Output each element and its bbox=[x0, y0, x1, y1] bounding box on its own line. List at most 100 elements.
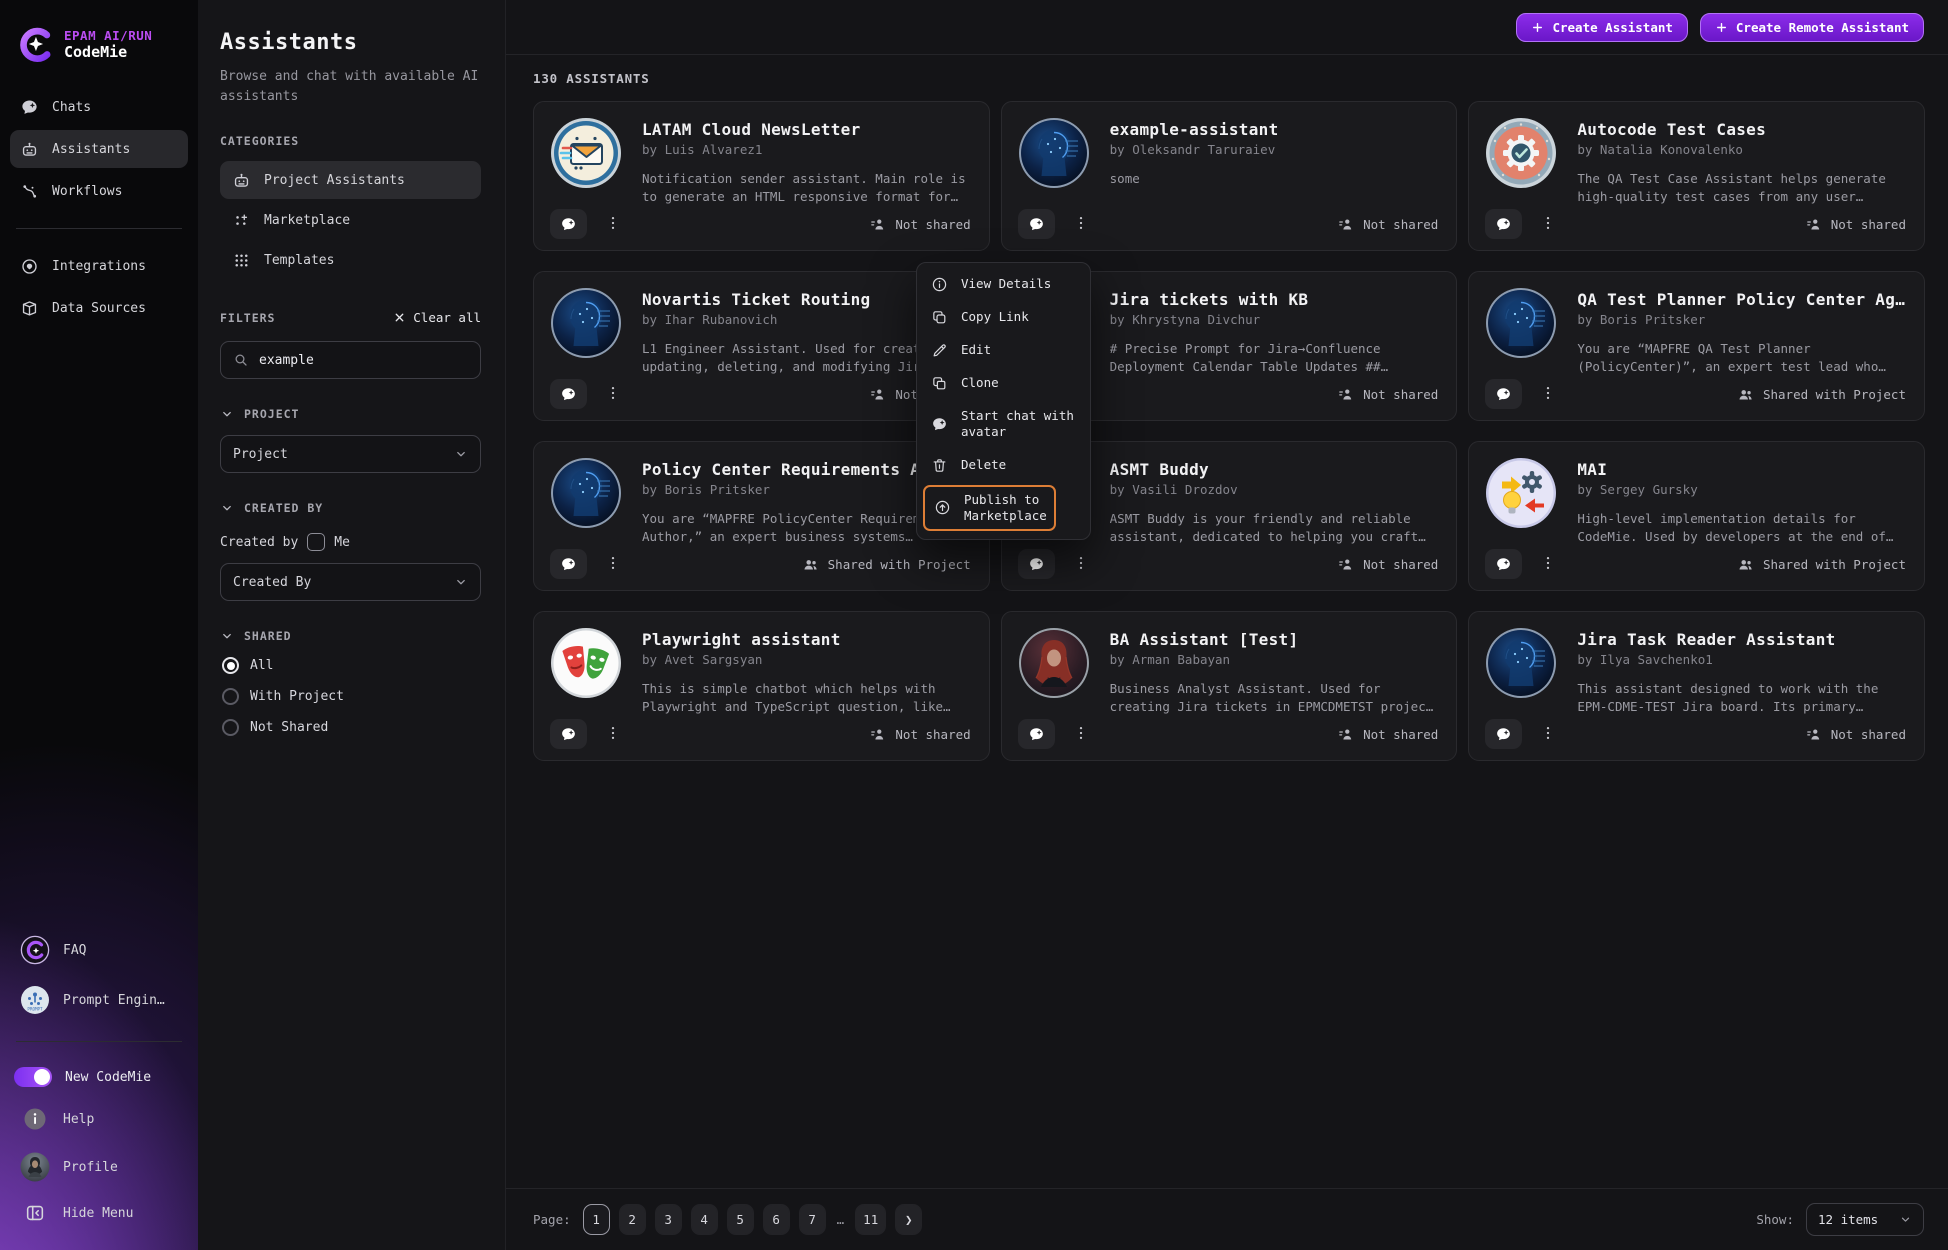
codemie-circle-icon bbox=[20, 935, 50, 965]
card-menu-button[interactable] bbox=[603, 724, 623, 744]
new-codemie-toggle[interactable] bbox=[14, 1067, 52, 1087]
start-chat-button[interactable] bbox=[1485, 549, 1522, 579]
radio-unselected[interactable] bbox=[222, 688, 239, 705]
start-chat-button[interactable] bbox=[1018, 549, 1055, 579]
start-chat-button[interactable] bbox=[1485, 209, 1522, 239]
assistant-card[interactable]: Autocode Test Cases by Natalia Konovalen… bbox=[1468, 101, 1925, 251]
assistant-card[interactable]: LATAM Cloud NewsLetter by Luis Alvarez1 … bbox=[533, 101, 990, 251]
assistant-card[interactable]: Jira Task Reader Assistant by Ilya Savch… bbox=[1468, 611, 1925, 761]
share-status-label: Shared with Project bbox=[1763, 387, 1906, 402]
sidebar-item-assistants[interactable]: Assistants bbox=[10, 130, 188, 168]
sidebar-item-faq[interactable]: FAQ bbox=[10, 927, 188, 973]
share-status-label: Not shared bbox=[895, 727, 970, 742]
radio-selected[interactable] bbox=[222, 657, 239, 674]
sidebar-item-prompt-engin[interactable]: PROMPTPrompt Engin… bbox=[10, 977, 188, 1023]
brand-logo[interactable]: EPAM AI/RUN CodeMie bbox=[0, 0, 198, 86]
card-menu-button[interactable] bbox=[1538, 554, 1558, 574]
assistant-card[interactable]: BA Assistant [Test] by Arman Babayan Bus… bbox=[1001, 611, 1458, 761]
dots-vertical-icon bbox=[1539, 214, 1557, 232]
person-dash-icon bbox=[869, 216, 886, 233]
category-marketplace[interactable]: Marketplace bbox=[220, 201, 481, 239]
page-button-3[interactable]: 3 bbox=[655, 1204, 682, 1235]
person-dash-icon bbox=[1337, 216, 1354, 233]
menu-item-start-chat-with-avatar[interactable]: Start chat with avatar bbox=[917, 400, 1090, 449]
start-chat-button[interactable] bbox=[550, 209, 587, 239]
card-menu-button[interactable] bbox=[603, 554, 623, 574]
clear-all-button[interactable]: Clear all bbox=[393, 310, 481, 325]
assistant-card[interactable]: example-assistant by Oleksandr Taruraiev… bbox=[1001, 101, 1458, 251]
page-button-11[interactable]: 11 bbox=[855, 1204, 886, 1235]
card-menu-button[interactable] bbox=[603, 384, 623, 404]
menu-item-view-details[interactable]: View Details bbox=[917, 268, 1090, 301]
start-chat-button[interactable] bbox=[550, 549, 587, 579]
start-chat-button[interactable] bbox=[1485, 719, 1522, 749]
card-menu-button[interactable] bbox=[1071, 214, 1091, 234]
sidebar-divider-bottom bbox=[16, 1041, 182, 1042]
card-menu-button[interactable] bbox=[1538, 384, 1558, 404]
created-by-section-header[interactable]: CREATED BY bbox=[220, 501, 481, 515]
assistant-card[interactable]: QA Test Planner Policy Center Agen… by B… bbox=[1468, 271, 1925, 421]
trash-icon bbox=[931, 457, 948, 474]
card-menu-button[interactable] bbox=[1071, 724, 1091, 744]
card-menu-button[interactable] bbox=[603, 214, 623, 234]
menu-item-delete[interactable]: Delete bbox=[917, 449, 1090, 482]
assistant-card[interactable]: MAI by Sergey Gursky High-level implemen… bbox=[1468, 441, 1925, 591]
start-chat-button[interactable] bbox=[550, 379, 587, 409]
next-page-button[interactable]: ❯ bbox=[895, 1204, 922, 1235]
shared-option-not-shared[interactable]: Not Shared bbox=[222, 719, 481, 736]
shared-option-with-project[interactable]: With Project bbox=[222, 688, 481, 705]
assistant-card[interactable]: Playwright assistant by Avet Sargsyan Th… bbox=[533, 611, 990, 761]
sidebar-item-workflows[interactable]: Workflows bbox=[10, 172, 188, 210]
assistant-author: by Arman Babayan bbox=[1110, 652, 1439, 667]
category-label: Marketplace bbox=[264, 213, 350, 228]
sidebar-item-hide-menu[interactable]: Hide Menu bbox=[10, 1194, 188, 1232]
menu-item-clone[interactable]: Clone bbox=[917, 367, 1090, 400]
create-assistant-button[interactable]: Create Assistant bbox=[1516, 13, 1687, 42]
sidebar-item-help[interactable]: Help bbox=[10, 1098, 188, 1140]
items-per-page-select[interactable]: 12 items bbox=[1806, 1203, 1924, 1236]
categories-list: Project Assistants Marketplace Templates bbox=[220, 160, 481, 280]
card-footer: Not shared bbox=[1485, 719, 1906, 749]
card-menu-button[interactable] bbox=[1538, 724, 1558, 744]
project-select[interactable]: Project bbox=[220, 435, 481, 473]
start-chat-button[interactable] bbox=[1018, 209, 1055, 239]
sidebar-item-profile[interactable]: Profile bbox=[10, 1144, 188, 1190]
search-input[interactable] bbox=[259, 353, 468, 368]
page-button-2[interactable]: 2 bbox=[619, 1204, 646, 1235]
category-templates[interactable]: Templates bbox=[220, 241, 481, 279]
card-menu-button[interactable] bbox=[1071, 554, 1091, 574]
sidebar-item-chats[interactable]: Chats bbox=[10, 88, 188, 126]
project-section-header[interactable]: PROJECT bbox=[220, 407, 481, 421]
radio-unselected[interactable] bbox=[222, 719, 239, 736]
category-project-assistants[interactable]: Project Assistants bbox=[220, 161, 481, 199]
page-ellipsis: … bbox=[835, 1212, 847, 1227]
created-by-select[interactable]: Created By bbox=[220, 563, 481, 601]
create-remote-assistant-button[interactable]: Create Remote Assistant bbox=[1700, 13, 1924, 42]
start-chat-button[interactable] bbox=[1485, 379, 1522, 409]
assistant-name: MAI bbox=[1577, 460, 1906, 479]
start-chat-button[interactable] bbox=[550, 719, 587, 749]
page-label: Page: bbox=[533, 1212, 571, 1227]
page-button-4[interactable]: 4 bbox=[691, 1204, 718, 1235]
sidebar-item-integrations[interactable]: Integrations bbox=[10, 247, 188, 285]
menu-item-publish-to-marketplace[interactable]: Publish to Marketplace bbox=[923, 485, 1056, 532]
card-info: QA Test Planner Policy Center Agen… by B… bbox=[1577, 287, 1906, 376]
new-codemie-row[interactable]: New CodeMie bbox=[0, 1058, 198, 1096]
page-button-5[interactable]: 5 bbox=[727, 1204, 754, 1235]
page-button-6[interactable]: 6 bbox=[763, 1204, 790, 1235]
assistant-author: by Oleksandr Taruraiev bbox=[1110, 142, 1439, 157]
menu-item-edit[interactable]: Edit bbox=[917, 334, 1090, 367]
page-button-7[interactable]: 7 bbox=[799, 1204, 826, 1235]
page-button-1[interactable]: 1 bbox=[583, 1204, 610, 1235]
sidebar-item-data-sources[interactable]: Data Sources bbox=[10, 289, 188, 327]
shared-section-header[interactable]: SHARED bbox=[220, 629, 481, 643]
shared-option-all[interactable]: All bbox=[222, 657, 481, 674]
sidebar-item-label: Data Sources bbox=[52, 301, 146, 316]
sidebar-item-label: Profile bbox=[63, 1160, 118, 1175]
created-by-me-checkbox[interactable] bbox=[307, 533, 325, 551]
start-chat-button[interactable] bbox=[1018, 719, 1055, 749]
menu-item-copy-link[interactable]: Copy Link bbox=[917, 301, 1090, 334]
close-icon bbox=[393, 311, 406, 324]
share-status: Not shared bbox=[869, 216, 970, 233]
card-menu-button[interactable] bbox=[1538, 214, 1558, 234]
